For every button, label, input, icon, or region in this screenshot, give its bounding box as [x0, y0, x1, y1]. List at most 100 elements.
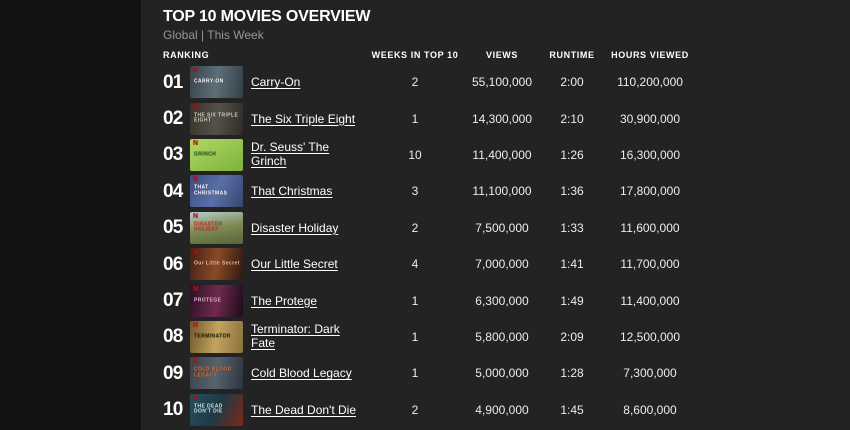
- thumbnail-art-title: THE DEAD DON'T DIE: [194, 404, 240, 415]
- netflix-n-icon: N: [193, 322, 198, 329]
- thumbnail-art-title: PROTEGE: [194, 298, 221, 304]
- views-value: 14,300,000: [470, 112, 534, 126]
- weeks-in-top10-value: 3: [360, 184, 470, 198]
- hours-viewed-value: 11,600,000: [610, 221, 690, 235]
- netflix-n-icon: N: [193, 213, 198, 220]
- rank-label: 06: [163, 255, 190, 274]
- page-title: TOP 10 MOVIES OVERVIEW: [163, 8, 850, 25]
- table-row: 10 N THE DEAD DON'T DIE The Dead Don't D…: [163, 392, 850, 428]
- thumbnail-art-title: THE SIX TRIPLE EIGHT: [194, 113, 240, 124]
- weeks-in-top10-value: 1: [360, 330, 470, 344]
- top10-content: TOP 10 MOVIES OVERVIEW Global | This Wee…: [141, 0, 850, 428]
- hours-viewed-value: 8,600,000: [610, 403, 690, 417]
- runtime-value: 1:36: [534, 184, 610, 198]
- column-header-weeks-in-top10: WEEKS IN TOP 10: [360, 50, 470, 60]
- weeks-in-top10-value: 2: [360, 221, 470, 235]
- left-gutter-strip: [0, 0, 141, 430]
- thumbnail-art-title: COLD BLOOD LEGACY: [194, 368, 240, 379]
- netflix-n-icon: N: [193, 249, 198, 256]
- table-row: 04 N THAT CHRISTMAS That Christmas 3 11,…: [163, 173, 850, 209]
- runtime-value: 1:28: [534, 366, 610, 380]
- movie-title-link[interactable]: Carry-On: [251, 75, 300, 89]
- table-row: 01 N CARRY-ON Carry-On 2 55,100,000 2:00…: [163, 64, 850, 100]
- weeks-in-top10-value: 1: [360, 294, 470, 308]
- movie-title-link[interactable]: Disaster Holiday: [251, 221, 338, 235]
- top10-page: TOP 10 MOVIES OVERVIEW Global | This Wee…: [0, 0, 850, 430]
- rank-label: 08: [163, 327, 190, 346]
- weeks-in-top10-value: 2: [360, 75, 470, 89]
- netflix-n-icon: N: [193, 176, 198, 183]
- page-subtitle: Global | This Week: [163, 28, 850, 42]
- thumbnail-art-title: THAT CHRISTMAS: [194, 186, 240, 197]
- runtime-value: 1:49: [534, 294, 610, 308]
- rank-label: 01: [163, 73, 190, 92]
- movie-title-link[interactable]: The Six Triple Eight: [251, 112, 355, 126]
- hours-viewed-value: 110,200,000: [610, 75, 690, 89]
- movie-thumbnail[interactable]: N PROTEGE: [190, 285, 243, 317]
- weeks-in-top10-value: 4: [360, 257, 470, 271]
- runtime-value: 1:45: [534, 403, 610, 417]
- movie-thumbnail[interactable]: N THE SIX TRIPLE EIGHT: [190, 103, 243, 135]
- views-value: 7,000,000: [470, 257, 534, 271]
- table-row: 08 N TERMINATOR Terminator: Dark Fate 1 …: [163, 319, 850, 355]
- table-row: 03 N GRINCH Dr. Seuss' The Grinch 10 11,…: [163, 137, 850, 173]
- movie-title-link[interactable]: Our Little Secret: [251, 257, 338, 271]
- netflix-n-icon: N: [193, 140, 198, 147]
- movie-thumbnail[interactable]: N THAT CHRISTMAS: [190, 175, 243, 207]
- table-row: 02 N THE SIX TRIPLE EIGHT The Six Triple…: [163, 100, 850, 136]
- weeks-in-top10-value: 1: [360, 112, 470, 126]
- runtime-value: 1:41: [534, 257, 610, 271]
- views-value: 5,800,000: [470, 330, 534, 344]
- views-value: 55,100,000: [470, 75, 534, 89]
- hours-viewed-value: 12,500,000: [610, 330, 690, 344]
- movie-title-link[interactable]: The Dead Don't Die: [251, 403, 356, 417]
- rank-label: 09: [163, 364, 190, 383]
- movie-thumbnail[interactable]: N COLD BLOOD LEGACY: [190, 357, 243, 389]
- table-row: 06 N Our Little Secret Our Little Secret…: [163, 246, 850, 282]
- rank-label: 05: [163, 218, 190, 237]
- hours-viewed-value: 16,300,000: [610, 148, 690, 162]
- table-body: 01 N CARRY-ON Carry-On 2 55,100,000 2:00…: [163, 64, 850, 428]
- rank-label: 10: [163, 400, 190, 419]
- views-value: 4,900,000: [470, 403, 534, 417]
- runtime-value: 2:09: [534, 330, 610, 344]
- hours-viewed-value: 30,900,000: [610, 112, 690, 126]
- hours-viewed-value: 17,800,000: [610, 184, 690, 198]
- column-header-views: VIEWS: [470, 50, 534, 60]
- column-header-runtime: RUNTIME: [534, 50, 610, 60]
- hours-viewed-value: 11,400,000: [610, 294, 690, 308]
- runtime-value: 2:00: [534, 75, 610, 89]
- movie-thumbnail[interactable]: N DISASTER HOLIDAY: [190, 212, 243, 244]
- movie-thumbnail[interactable]: N THE DEAD DON'T DIE: [190, 394, 243, 426]
- column-header-hours-viewed: HOURS VIEWED: [610, 50, 690, 60]
- table-row: 05 N DISASTER HOLIDAY Disaster Holiday 2…: [163, 210, 850, 246]
- movie-title-link[interactable]: Terminator: Dark Fate: [251, 322, 360, 350]
- thumbnail-art-title: CARRY-ON: [194, 79, 224, 85]
- netflix-n-icon: N: [193, 104, 198, 111]
- movie-thumbnail[interactable]: N Our Little Secret: [190, 248, 243, 280]
- runtime-value: 1:26: [534, 148, 610, 162]
- movie-title-link[interactable]: Dr. Seuss' The Grinch: [251, 140, 360, 168]
- table-row: 07 N PROTEGE The Protege 1 6,300,000 1:4…: [163, 282, 850, 318]
- movie-title-link[interactable]: The Protege: [251, 294, 317, 308]
- rank-label: 07: [163, 291, 190, 310]
- netflix-n-icon: N: [193, 286, 198, 293]
- movie-title-link[interactable]: That Christmas: [251, 184, 332, 198]
- movie-thumbnail[interactable]: N TERMINATOR: [190, 321, 243, 353]
- movie-thumbnail[interactable]: N CARRY-ON: [190, 66, 243, 98]
- column-header-ranking: RANKING: [163, 50, 360, 60]
- table-row: 09 N COLD BLOOD LEGACY Cold Blood Legacy…: [163, 355, 850, 391]
- views-value: 11,400,000: [470, 148, 534, 162]
- runtime-value: 2:10: [534, 112, 610, 126]
- views-value: 11,100,000: [470, 184, 534, 198]
- table-header-row: RANKING WEEKS IN TOP 10 VIEWS RUNTIME HO…: [163, 49, 850, 60]
- weeks-in-top10-value: 10: [360, 148, 470, 162]
- movie-title-link[interactable]: Cold Blood Legacy: [251, 366, 352, 380]
- movie-thumbnail[interactable]: N GRINCH: [190, 139, 243, 171]
- thumbnail-art-title: GRINCH: [194, 152, 216, 158]
- rank-label: 02: [163, 109, 190, 128]
- rank-label: 03: [163, 145, 190, 164]
- runtime-value: 1:33: [534, 221, 610, 235]
- views-value: 7,500,000: [470, 221, 534, 235]
- weeks-in-top10-value: 2: [360, 403, 470, 417]
